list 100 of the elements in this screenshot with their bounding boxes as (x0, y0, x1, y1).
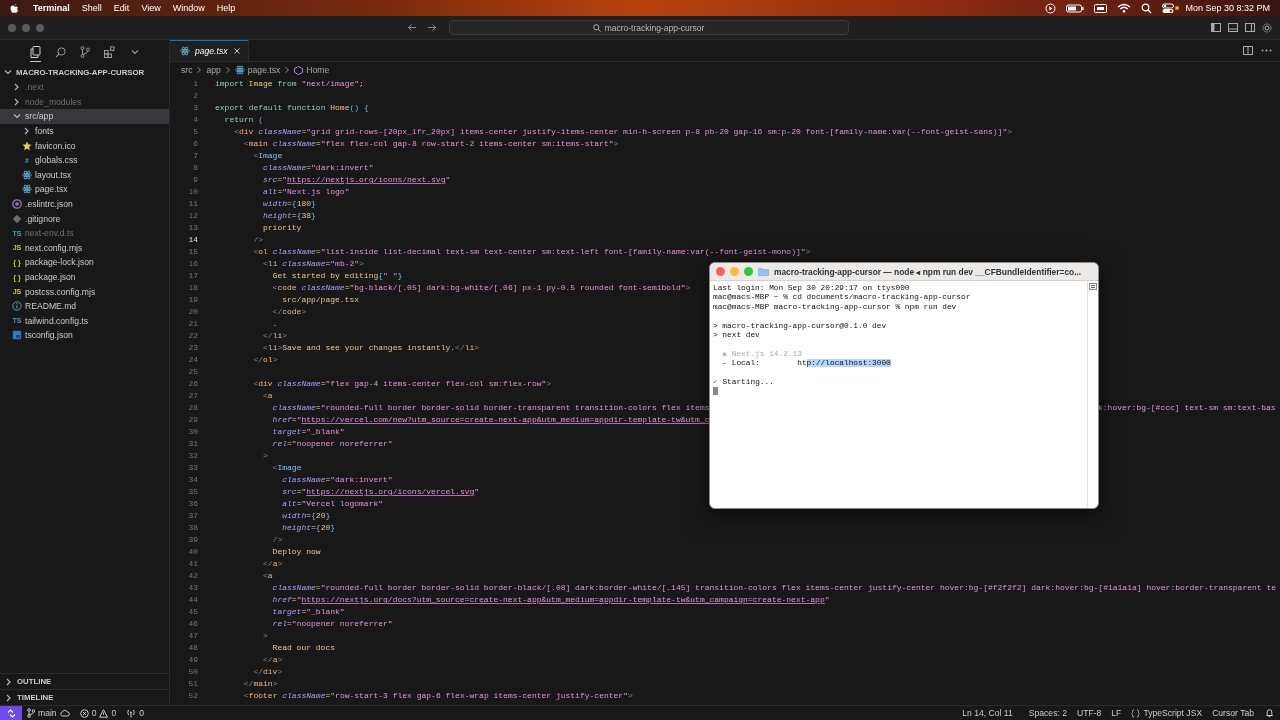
code-line: target="_blank" (271, 426, 345, 438)
search-field[interactable]: macro-tracking-app-cursor (448, 20, 849, 35)
editor-tab[interactable]: page.tsx (170, 40, 249, 61)
app-menu[interactable]: Terminal (27, 3, 76, 13)
status-item[interactable]: LF (1106, 708, 1127, 718)
breadcrumb-item[interactable]: src (181, 65, 193, 75)
status-item[interactable]: Spaces: 2 (1023, 708, 1072, 718)
folder-item[interactable]: .next (0, 80, 169, 95)
notification-bell-icon[interactable] (1265, 708, 1274, 718)
error-icon (79, 708, 89, 718)
line-number: 29 (187, 414, 198, 426)
file-item[interactable]: page.tsx (0, 182, 169, 197)
remote-icon (6, 708, 16, 718)
line-number: 9 (192, 174, 198, 186)
search-icon[interactable] (55, 46, 66, 58)
file-item[interactable]: favicon.ico (0, 138, 169, 153)
line-number: 48 (187, 642, 198, 654)
line-number: 25 (187, 366, 198, 378)
file-type-icon (12, 213, 22, 224)
menu-item[interactable]: Help (210, 3, 242, 13)
code-line: src="https://nextjs.org/icons/vercel.svg" (281, 486, 480, 498)
file-type-icon (22, 184, 32, 195)
source-control-icon[interactable] (80, 46, 90, 58)
secondary-sidebar-icon[interactable] (1245, 22, 1255, 32)
menu-item[interactable]: Edit (107, 3, 136, 13)
status-item[interactable]: UTF-8 (1072, 708, 1107, 718)
extensions-icon[interactable] (104, 46, 116, 58)
chevron-icon (3, 67, 13, 77)
breadcrumb-item[interactable]: Home (306, 65, 330, 75)
line-number: 11 (187, 198, 198, 210)
line-number: 10 (187, 186, 198, 198)
line-number: 37 (187, 510, 198, 522)
code-line: k:hover:bg-[#ccc] text-sm sm:text-bas (1098, 402, 1276, 414)
folder-item[interactable]: fonts (0, 123, 169, 139)
wifi-icon[interactable] (1117, 2, 1132, 14)
scroll-menu-icon[interactable] (1089, 283, 1097, 290)
folder-item[interactable]: node_modules (0, 94, 169, 110)
status-item[interactable]: TypeScript JSX (1126, 708, 1208, 718)
menu-item[interactable]: Window (166, 3, 211, 13)
display-icon[interactable] (1094, 2, 1108, 14)
code-line: href="https://nextjs.org/docs?utm_source=create-next-app&utm_medium=appdir-template-tw&utm_campaign=create-next-app" (271, 594, 830, 606)
apple-logo-icon (10, 2, 19, 14)
breadcrumb-item[interactable]: app (206, 65, 221, 75)
line-number: 50 (187, 666, 198, 678)
chevron-down-icon[interactable] (130, 47, 140, 57)
code-line: className="rounded-full border border-solid border-black/[.08] dark:border-white/[.145] transition-colors flex items-center justify-center hover:bg-[#f2f2f2] dark:hover:bg-[#1a1a1a] hover:border-transparent te (271, 582, 1276, 594)
play-circle-icon[interactable] (1045, 2, 1057, 14)
clock[interactable]: Mon Sep 30 8:32 PM (1185, 3, 1270, 13)
problems-indicator[interactable]: 0 0 (74, 708, 122, 718)
menu-item[interactable]: Shell (75, 3, 108, 13)
back-arrow-icon[interactable] (406, 23, 417, 32)
line-number: 45 (187, 606, 198, 618)
file-item[interactable]: layout.tsx (0, 167, 169, 183)
line-number: 23 (187, 342, 198, 354)
line-number: 5 (192, 126, 198, 138)
settings-icon[interactable] (1262, 22, 1272, 33)
sidebar-toggle-icon[interactable] (1211, 22, 1221, 32)
folder-item[interactable]: src/app (0, 109, 169, 124)
menu-item[interactable]: View (135, 3, 167, 13)
code-line: className="rounded-full border border-solid border-transparent transition-colors flex items (271, 402, 710, 414)
antenna-icon (126, 708, 137, 718)
code-line: import Image from "next/image"; (215, 78, 364, 90)
code-line: priority (262, 222, 302, 234)
status-item[interactable]: Cursor Tab (1207, 708, 1259, 718)
remote-button[interactable] (0, 706, 22, 720)
line-number: 22 (187, 330, 198, 342)
breadcrumb-item[interactable]: page.tsx (247, 65, 281, 75)
control-center-icon[interactable] (1162, 2, 1175, 14)
file-type-icon (12, 330, 22, 341)
code-line: Get started by editing{" "} (271, 270, 403, 282)
code-line: rel="noopener noreferrer" (271, 438, 393, 450)
status-item[interactable]: Ln 14, Col 11 (957, 708, 1018, 718)
file-item[interactable]: .eslintrc.json (0, 196, 169, 212)
file-item[interactable]: .gitignore (0, 211, 169, 226)
file-item[interactable]: tsconfig.json (0, 328, 169, 343)
ports-indicator[interactable]: 0 (121, 708, 149, 718)
files-icon[interactable] (30, 46, 41, 62)
forward-arrow-icon[interactable] (426, 23, 437, 32)
line-number: 21 (187, 318, 198, 330)
close-icon[interactable] (232, 47, 241, 55)
close-button[interactable] (716, 267, 725, 276)
code-line: > (262, 450, 268, 462)
braces-icon (1131, 708, 1141, 718)
panel-toggle-icon[interactable] (1228, 22, 1238, 32)
file-type-icon (12, 301, 22, 312)
more-icon[interactable] (1261, 49, 1272, 52)
branch-indicator[interactable]: main (22, 708, 75, 718)
line-number: 40 (187, 546, 198, 558)
split-editor-icon[interactable] (1243, 46, 1253, 55)
code-line: </main> (242, 678, 278, 690)
code-line: className="dark:invert" (281, 474, 393, 486)
folder-icon (758, 267, 769, 276)
code-line: src/app/page.tsx (281, 294, 360, 306)
file-item[interactable]: README.md (0, 298, 169, 314)
code-line: . (271, 318, 278, 330)
branch-icon (27, 708, 35, 718)
line-number: 26 (187, 378, 198, 390)
battery-icon[interactable] (1066, 2, 1085, 14)
search-icon[interactable] (1141, 2, 1153, 14)
line-number: 15 (187, 246, 198, 258)
